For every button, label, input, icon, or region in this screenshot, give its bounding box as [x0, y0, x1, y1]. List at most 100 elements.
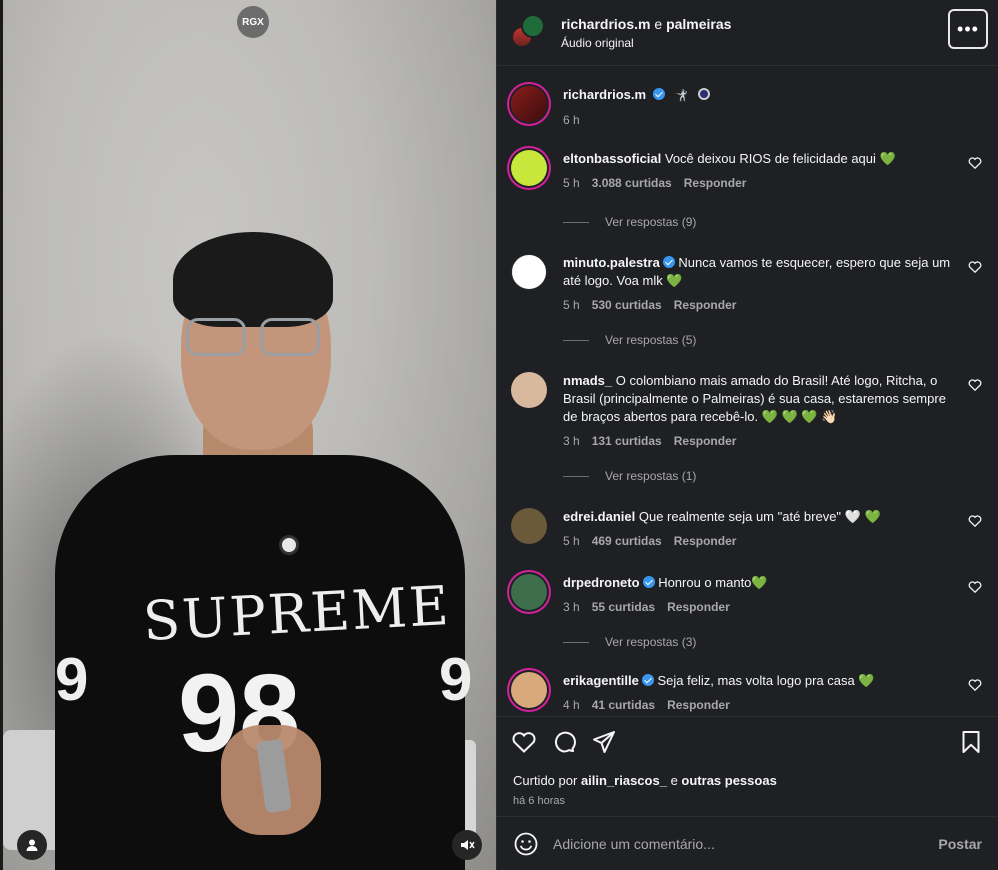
like-comment-heart-icon[interactable]: [968, 514, 982, 528]
comment-time: 3 h: [563, 434, 580, 448]
view-replies-label: Ver respostas (5): [605, 333, 697, 347]
comment-emoji: 💚: [879, 151, 896, 166]
comment-text: Que realmente seja um "até breve": [638, 509, 842, 524]
comment-item: erikagentille Seja feliz, mas volta logo…: [511, 672, 984, 714]
avatar[interactable]: [511, 254, 547, 290]
save-icon[interactable]: [958, 729, 984, 755]
like-comment-heart-icon[interactable]: [968, 260, 982, 274]
emoji-icon[interactable]: [513, 831, 539, 857]
comment-icon[interactable]: [551, 729, 577, 755]
post-comment-button[interactable]: Postar: [938, 836, 982, 852]
liked-prefix: Curtido por: [513, 773, 578, 788]
reply-button[interactable]: Responder: [667, 696, 730, 714]
comment-username[interactable]: drpedroneto: [563, 575, 640, 590]
avatar[interactable]: [511, 372, 547, 408]
view-replies-button[interactable]: Ver respostas (5): [563, 333, 696, 347]
view-replies-label: Ver respostas (3): [605, 635, 697, 649]
like-comment-heart-icon[interactable]: [968, 580, 982, 594]
tagged-users-button[interactable]: [17, 830, 47, 860]
comment-time: 5 h: [563, 298, 580, 312]
comment-likes[interactable]: 131 curtidas: [592, 432, 662, 450]
comment-likes[interactable]: 55 curtidas: [592, 598, 655, 616]
comments-list[interactable]: richardrios.m 🤺 6 h eltonbassoficial Voc…: [497, 66, 998, 716]
glasses: [186, 318, 320, 358]
avatar[interactable]: [511, 672, 547, 708]
comment-item: edrei.daniel Que realmente seja um "até …: [511, 508, 984, 550]
comment-emoji: 💚 💚 💚 👋🏻: [761, 409, 838, 424]
comment-emoji: 💚: [751, 575, 768, 590]
comment-time: 5 h: [563, 534, 580, 548]
person-hair: [173, 232, 333, 327]
comment-text: Honrou o manto: [658, 575, 752, 590]
comment-username[interactable]: eltonbassoficial: [563, 151, 661, 166]
watermark: RGX: [237, 6, 269, 38]
view-replies-label: Ver respostas (1): [605, 469, 697, 483]
comments-panel: richardrios.m e palmeiras Áudio original…: [496, 0, 998, 870]
comment-likes[interactable]: 41 curtidas: [592, 696, 655, 714]
comment-time: 3 h: [563, 600, 580, 614]
post-time: há 6 horas: [513, 795, 565, 807]
sleeve-number: 9: [439, 646, 473, 713]
comment-username[interactable]: edrei.daniel: [563, 509, 635, 524]
video-player[interactable]: SUPREME 98 9 9 RGX: [0, 0, 496, 870]
comment-item: nmads_ O colombiano mais amado do Brasil…: [511, 372, 984, 450]
comment-text: Seja feliz, mas volta logo pra casa: [657, 673, 855, 688]
post-header: richardrios.m e palmeiras Áudio original…: [497, 0, 998, 66]
view-replies-button[interactable]: Ver respostas (9): [563, 215, 696, 229]
liked-user-link[interactable]: ailin_riascos_: [581, 773, 667, 788]
comment-username[interactable]: richardrios.m: [563, 87, 646, 102]
comment-username[interactable]: erikagentille: [563, 673, 639, 688]
caption: richardrios.m 🤺 6 h: [511, 86, 984, 129]
more-options-button[interactable]: •••: [948, 9, 988, 49]
comment-likes[interactable]: 3.088 curtidas: [592, 174, 672, 192]
like-comment-heart-icon[interactable]: [968, 156, 982, 170]
comment-time: 4 h: [563, 698, 580, 712]
replies-line: [563, 475, 589, 477]
user-icon: [26, 839, 38, 851]
reply-button[interactable]: Responder: [674, 532, 737, 550]
comment-username[interactable]: nmads_: [563, 373, 612, 388]
avatar[interactable]: [511, 574, 547, 610]
like-comment-heart-icon[interactable]: [968, 378, 982, 392]
share-icon[interactable]: [591, 729, 617, 755]
verified-icon: [641, 674, 654, 686]
comment-likes[interactable]: 469 curtidas: [592, 532, 662, 550]
verified-icon: [662, 256, 675, 268]
comment-item: eltonbassoficial Você deixou RIOS de fel…: [511, 150, 984, 192]
comment-item: drpedroneto Honrou o manto💚 3 h 55 curti…: [511, 574, 984, 616]
comment-emoji: 💚: [666, 273, 683, 288]
comment-text: O colombiano mais amado do Brasil! Até l…: [563, 373, 946, 424]
avatar[interactable]: [511, 86, 547, 122]
view-replies-button[interactable]: Ver respostas (3): [563, 635, 696, 649]
avatar[interactable]: [511, 150, 547, 186]
author-conjunction: e: [654, 15, 663, 32]
like-comment-heart-icon[interactable]: [968, 678, 982, 692]
reply-button[interactable]: Responder: [667, 598, 730, 616]
heart-icon[interactable]: [511, 729, 537, 755]
sleeve-number: 9: [55, 646, 89, 713]
mute-icon: [461, 840, 475, 850]
comment-likes[interactable]: 530 curtidas: [592, 296, 662, 314]
comment-input[interactable]: Adicione um comentário...: [553, 836, 938, 852]
post-actions: Curtido por ailin_riascos_ e outras pess…: [497, 716, 998, 816]
comment-time: 5 h: [563, 176, 580, 190]
avatar[interactable]: [511, 508, 547, 544]
comment-time: 6 h: [563, 113, 580, 127]
view-replies-button[interactable]: Ver respostas (1): [563, 469, 696, 483]
replies-line: [563, 221, 589, 223]
reply-button[interactable]: Responder: [674, 296, 737, 314]
liked-others-link[interactable]: outras pessoas: [681, 773, 776, 788]
verified-icon: [652, 88, 665, 100]
liked-by: Curtido por ailin_riascos_ e outras pess…: [513, 773, 777, 788]
audio-link[interactable]: Áudio original: [561, 36, 731, 50]
comment-text: Você deixou RIOS de felicidade aqui: [664, 151, 876, 166]
mute-button[interactable]: [452, 830, 482, 860]
author-link[interactable]: richardrios.m: [561, 16, 650, 32]
shirt-badge: [279, 535, 299, 555]
reply-button[interactable]: Responder: [674, 432, 737, 450]
comment-username[interactable]: minuto.palestra: [563, 255, 660, 270]
collaborator-link[interactable]: palmeiras: [666, 16, 731, 32]
reply-button[interactable]: Responder: [684, 174, 747, 192]
view-replies-label: Ver respostas (9): [605, 215, 697, 229]
author-avatars[interactable]: [511, 13, 545, 48]
